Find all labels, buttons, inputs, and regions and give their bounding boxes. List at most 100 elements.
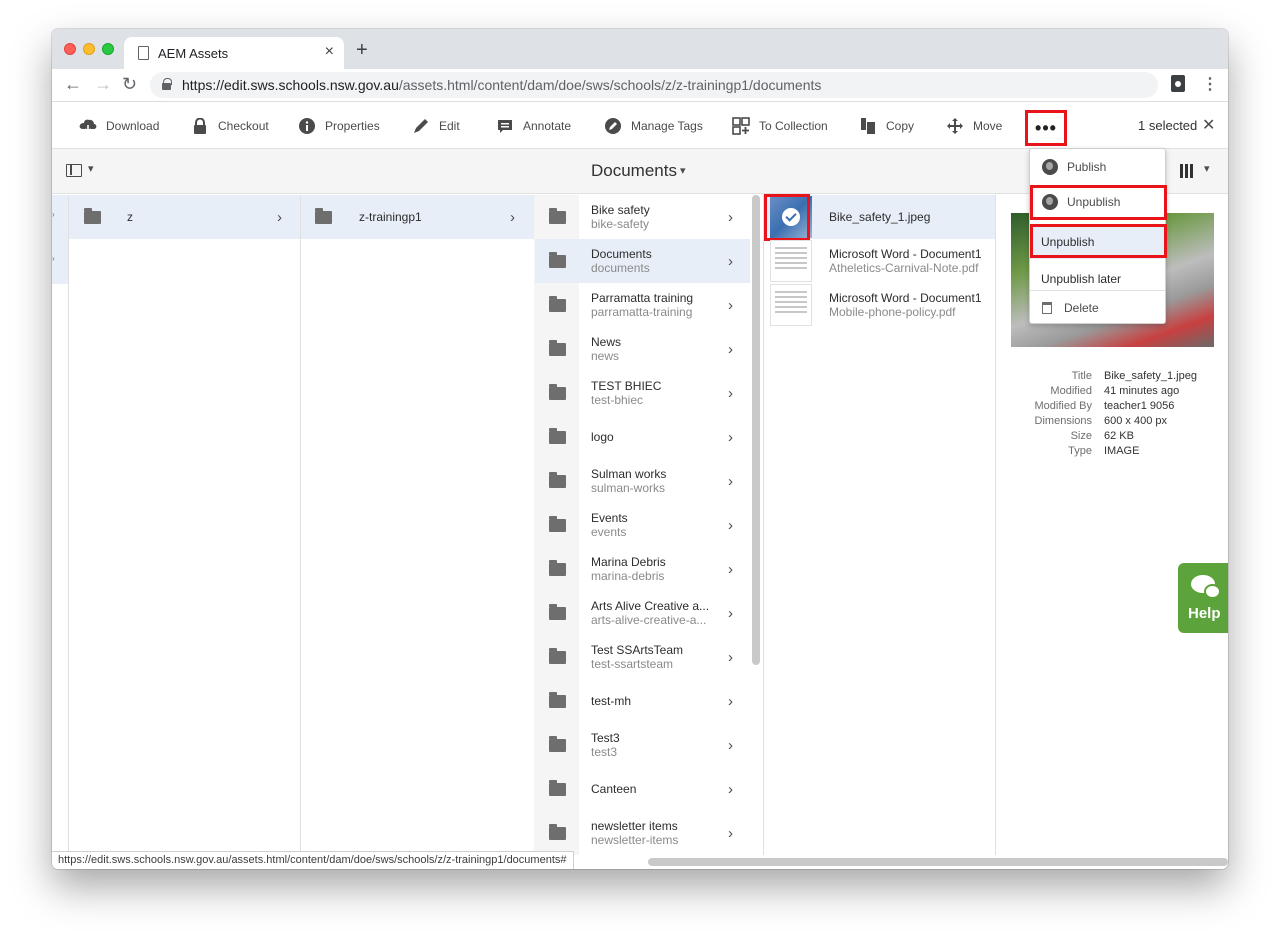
asset-thumbnail[interactable] — [770, 196, 812, 238]
asset-item-atheletics-carnival[interactable]: Microsoft Word - Document1 Atheletics-Ca… — [764, 239, 995, 283]
metadata-row: Type IMAGE — [1011, 444, 1221, 459]
publish-menu-item[interactable]: Publish — [1030, 150, 1165, 184]
download-button[interactable]: Download — [79, 103, 159, 149]
folder-text: Marina Debris marina-debris — [591, 555, 666, 584]
folder-item[interactable]: Bike safety bike-safety › — [535, 195, 750, 239]
pdf-thumbnail[interactable] — [770, 240, 812, 282]
address-bar[interactable]: https://edit.sws.schools.nsw.gov.au/asse… — [150, 72, 1158, 98]
metadata-value: Bike_safety_1.jpeg — [1104, 370, 1197, 382]
move-button[interactable]: Move — [946, 103, 1002, 149]
browser-toolbar: ← → ↻ https://edit.sws.schools.nsw.gov.a… — [52, 69, 1228, 102]
folder-title: test-mh — [591, 694, 632, 708]
folder-text: Arts Alive Creative a... arts-alive-creat… — [591, 599, 709, 628]
folder-icon — [549, 647, 566, 664]
more-actions-button[interactable]: ••• — [1025, 110, 1067, 146]
close-selection-icon[interactable]: ✕ — [1202, 115, 1215, 135]
folder-title: Documents — [591, 246, 652, 261]
folder-icon — [84, 207, 101, 224]
folder-item[interactable]: Test3 test3 › — [535, 723, 750, 767]
chevron-right-icon: › — [728, 296, 733, 314]
forward-icon[interactable]: → — [94, 74, 112, 95]
folder-text: Test SSArtsTeam test-ssartsteam — [591, 643, 683, 672]
column-item-z-trainingp1[interactable]: z-trainingp1 › — [301, 195, 534, 239]
folder-icon — [549, 691, 566, 708]
selection-count: 1 selected — [1138, 118, 1198, 133]
close-window-button[interactable] — [64, 43, 76, 55]
rail-toggle-icon[interactable] — [66, 164, 82, 177]
metadata-row: Modified By teacher1 9056 — [1011, 399, 1221, 414]
copy-button[interactable]: Copy — [859, 103, 914, 149]
pdf-thumbnail[interactable] — [770, 284, 812, 326]
help-button[interactable]: Help — [1178, 563, 1228, 633]
folder-item[interactable]: Test SSArtsTeam test-ssartsteam › — [535, 635, 750, 679]
folder-item[interactable]: Events events › — [535, 503, 750, 547]
back-icon[interactable]: ← — [64, 74, 82, 95]
folder-icon — [549, 603, 566, 620]
metadata-panel: Title Bike_safety_1.jpeg Modified 41 minute… — [1011, 369, 1221, 459]
page-title[interactable]: Documents — [591, 161, 677, 181]
folder-icon — [549, 559, 566, 576]
folder-title: Parramatta training — [591, 290, 694, 305]
folder-item[interactable]: Sulman works sulman-works › — [535, 459, 750, 503]
folder-item[interactable]: News news › — [535, 327, 750, 371]
horizontal-scrollbar[interactable] — [648, 858, 1228, 866]
folder-item[interactable]: test-mh › — [535, 679, 750, 723]
metadata-row: Title Bike_safety_1.jpeg — [1011, 369, 1221, 384]
maximize-window-button[interactable] — [102, 43, 114, 55]
clipboard-extension-icon[interactable] — [1171, 75, 1185, 92]
asset-item-mobile-phone-policy[interactable]: Microsoft Word - Document1 Mobile-phone-… — [764, 283, 995, 327]
new-tab-button[interactable]: + — [356, 39, 368, 62]
reload-icon[interactable]: ↻ — [122, 74, 137, 95]
lock-icon — [191, 117, 209, 135]
vertical-scrollbar[interactable] — [752, 195, 760, 665]
minimize-window-button[interactable] — [83, 43, 95, 55]
unpublish-now-item[interactable]: Unpublish — [1030, 225, 1165, 259]
chevron-right-icon: › — [728, 736, 733, 754]
checkout-button[interactable]: Checkout — [191, 103, 269, 149]
column-divider — [995, 195, 996, 855]
info-icon — [298, 117, 316, 135]
folder-name: test-bhiec — [591, 392, 644, 407]
asset-filename: Mobile-phone-policy.pdf — [829, 304, 956, 319]
chevron-down-icon[interactable]: ▾ — [88, 162, 94, 175]
folder-item[interactable]: newsletter items newsletter-items › — [535, 811, 750, 855]
edit-button[interactable]: Edit — [412, 103, 460, 149]
column-item-z[interactable]: z › — [69, 195, 300, 239]
browser-tab[interactable]: AEM Assets × — [124, 37, 344, 69]
chevron-right-icon: › — [728, 252, 733, 270]
delete-menu-item[interactable]: Delete — [1030, 290, 1165, 324]
folder-text: newsletter items newsletter-items — [591, 819, 678, 848]
folder-icon — [549, 823, 566, 840]
previous-column-edge — [52, 195, 68, 284]
folder-icon — [549, 735, 566, 752]
unpublish-menu-item[interactable]: Unpublish — [1030, 185, 1165, 219]
chevron-down-icon[interactable]: ▾ — [680, 164, 686, 177]
folder-item[interactable]: Parramatta training parramatta-training › — [535, 283, 750, 327]
close-tab-icon[interactable]: × — [325, 43, 334, 61]
move-icon — [946, 117, 964, 135]
folder-icon — [549, 251, 566, 268]
browser-menu-icon[interactable]: ⋮ — [1202, 74, 1218, 94]
folder-icon — [549, 427, 566, 444]
chevron-down-icon[interactable]: ▾ — [1204, 162, 1210, 175]
manage-tags-button[interactable]: Manage Tags — [604, 103, 703, 149]
folder-item[interactable]: Documents documents › — [535, 239, 750, 283]
folder-item[interactable]: Marina Debris marina-debris › — [535, 547, 750, 591]
folder-item[interactable]: TEST BHIEC test-bhiec › — [535, 371, 750, 415]
column-view-icon[interactable] — [1180, 164, 1195, 183]
column-divider — [68, 195, 69, 855]
properties-button[interactable]: Properties — [298, 103, 380, 149]
chevron-right-icon: › — [728, 428, 733, 446]
lock-icon — [162, 78, 172, 90]
asset-item-bike-safety[interactable]: Bike_safety_1.jpeg — [764, 195, 995, 239]
folder-item[interactable]: Canteen › — [535, 767, 750, 811]
metadata-value: 41 minutes ago — [1104, 385, 1180, 397]
chevron-right-icon: › — [728, 384, 733, 402]
globe-icon — [1042, 159, 1058, 175]
folder-title: Events — [591, 510, 628, 525]
to-collection-button[interactable]: To Collection — [732, 103, 828, 149]
annotate-button[interactable]: Annotate — [496, 103, 571, 149]
folder-item[interactable]: logo › — [535, 415, 750, 459]
folder-title: Test SSArtsTeam — [591, 642, 684, 657]
folder-item[interactable]: Arts Alive Creative a... arts-alive-creat… — [535, 591, 750, 635]
